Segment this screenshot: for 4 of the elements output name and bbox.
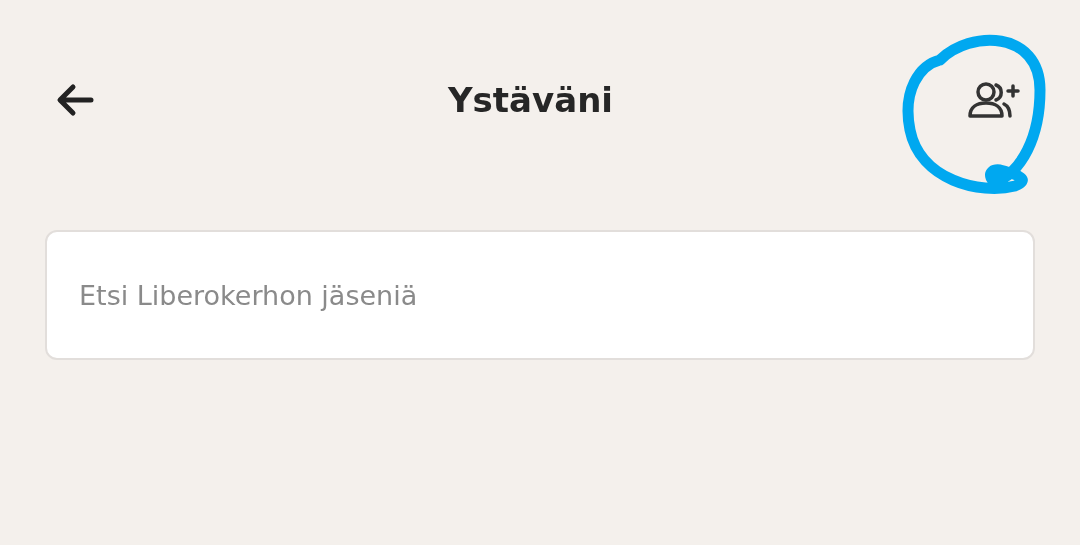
add-friend-icon[interactable]	[966, 80, 1020, 120]
back-button[interactable]	[55, 82, 95, 118]
page-title: Ystäväni	[448, 80, 613, 120]
search-field[interactable]: Etsi Liberokerhon jäseniä	[45, 230, 1035, 360]
